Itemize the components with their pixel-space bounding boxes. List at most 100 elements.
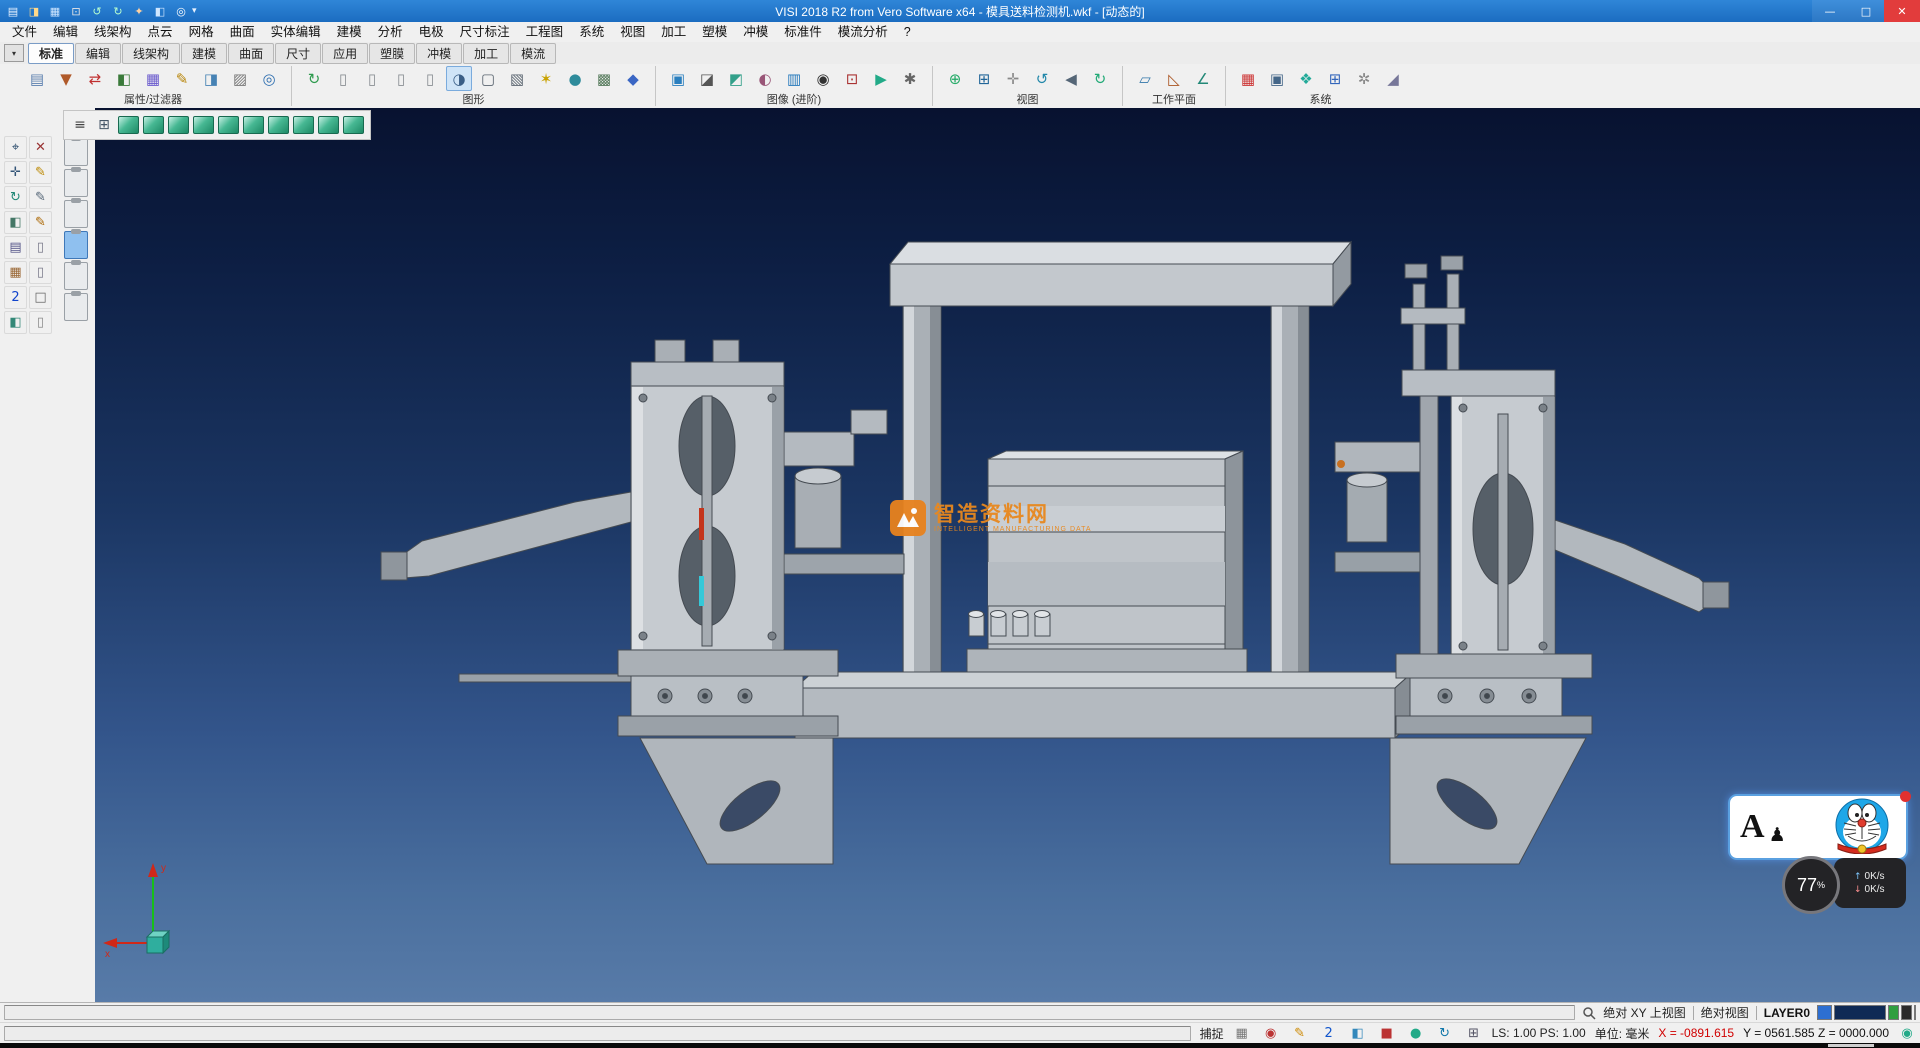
menu-item[interactable]: 线架构 (86, 22, 140, 42)
minimize-button[interactable]: — (1812, 0, 1848, 22)
cad-model[interactable] (95, 114, 1920, 1002)
ribbon-tab[interactable]: 加工 (463, 43, 509, 64)
menu-item[interactable]: 尺寸标注 (452, 22, 518, 42)
front-view-cube-icon[interactable] (143, 116, 164, 134)
menu-item[interactable]: ? (896, 22, 919, 42)
axonometric-1-cube-icon[interactable] (293, 116, 314, 134)
two-views-icon[interactable]: 2 (4, 286, 27, 309)
rotate-icon[interactable]: ↻ (4, 186, 27, 209)
plane-mode-icon[interactable]: ◧ (1349, 1024, 1367, 1042)
undo-icon[interactable]: ↺ (88, 3, 106, 19)
maximize-button[interactable]: □ (1848, 0, 1884, 22)
view-window-icon[interactable]: ⊞ (94, 115, 114, 135)
filter-slot-6-icon[interactable] (64, 293, 88, 321)
ribbon-tab[interactable]: 线架构 (122, 43, 180, 64)
ribbon-tab[interactable]: 标准 (28, 43, 74, 64)
redraw-icon[interactable]: ↻ (301, 66, 327, 91)
filter-slot-1-icon[interactable] (64, 138, 88, 166)
annotation-tool-icon[interactable]: ♟ (1769, 824, 1786, 846)
wireframe-view-icon[interactable]: ▢ (475, 66, 501, 91)
menu-item[interactable]: 视图 (612, 22, 653, 42)
background-color-swatch[interactable] (1834, 1005, 1886, 1020)
mask-icon[interactable]: ▨ (227, 66, 253, 91)
point-snap-icon[interactable]: ◉ (1262, 1024, 1280, 1042)
filter-icon[interactable]: ▼ (53, 66, 79, 91)
materials-icon[interactable]: ● (562, 66, 588, 91)
edit-pen-icon[interactable]: ✎ (29, 186, 52, 209)
menu-item[interactable]: 冲模 (735, 22, 776, 42)
rotate-view-icon[interactable]: ↺ (1029, 66, 1055, 91)
shadow-icon[interactable]: ◪ (694, 66, 720, 91)
palette-icon[interactable]: ▦ (4, 261, 27, 284)
grid-settings-icon[interactable]: ⊞ (1322, 66, 1348, 91)
color-select-icon[interactable]: ◧ (111, 66, 137, 91)
sketch-icon[interactable]: ✎ (29, 161, 52, 184)
move-icon[interactable]: ✛ (4, 161, 27, 184)
tab-caret-icon[interactable]: ▾ (4, 44, 24, 62)
texture-icon[interactable]: ▩ (591, 66, 617, 91)
menu-item[interactable]: 系统 (571, 22, 612, 42)
viewport-layout-2-icon[interactable]: ▯ (359, 66, 385, 91)
close-button[interactable]: ✕ (1884, 0, 1920, 22)
environment-icon[interactable]: ❖ (1293, 66, 1319, 91)
table-mode-icon[interactable]: ⊞ (1465, 1024, 1483, 1042)
help-quick-icon[interactable]: ◎ (172, 3, 190, 19)
percent-badge[interactable]: 77% (1782, 856, 1840, 914)
ribbon-tab[interactable]: 冲模 (416, 43, 462, 64)
menu-item[interactable]: 加工 (653, 22, 694, 42)
active-color-swatch[interactable] (1817, 1005, 1832, 1020)
workplane-align-icon[interactable]: ◺ (1161, 66, 1187, 91)
filter-slot-2-icon[interactable] (64, 169, 88, 197)
document-icon[interactable]: ▯ (29, 236, 52, 259)
ribbon-tab[interactable]: 塑膜 (369, 43, 415, 64)
menu-item[interactable]: 电极 (411, 22, 452, 42)
scene-icon[interactable]: ▥ (781, 66, 807, 91)
menu-item[interactable]: 分析 (370, 22, 411, 42)
extra-swatch-2[interactable] (1914, 1005, 1916, 1020)
ribbon-tab[interactable]: 建模 (181, 43, 227, 64)
axonometric-2-cube-icon[interactable] (318, 116, 339, 134)
erase-icon[interactable]: ✕ (29, 136, 52, 159)
menu-item[interactable]: 实体编辑 (263, 22, 329, 42)
snap-settings-icon[interactable]: ✲ (1351, 66, 1377, 91)
plane-snap-icon[interactable]: ◧ (4, 311, 27, 334)
layer-filter-icon[interactable]: ▦ (140, 66, 166, 91)
layer-color-swatch[interactable] (1888, 1005, 1899, 1020)
advanced-render-icon[interactable]: ▣ (665, 66, 691, 91)
network-speed-widget[interactable]: ↑0K/s ↓0K/s (1834, 858, 1906, 908)
reflection-icon[interactable]: ◩ (723, 66, 749, 91)
menu-item[interactable]: 文件 (4, 22, 45, 42)
properties-quick-icon[interactable]: ✦ (130, 3, 148, 19)
image-settings-icon[interactable]: ✱ (897, 66, 923, 91)
element-filter-icon[interactable]: ◨ (198, 66, 224, 91)
light-icon[interactable]: ✶ (533, 66, 559, 91)
ribbon-tab[interactable]: 尺寸 (275, 43, 321, 64)
viewport-layout-3-icon[interactable]: ▯ (388, 66, 414, 91)
previous-view-icon[interactable]: ◀ (1058, 66, 1084, 91)
command-prompt-field[interactable] (4, 1026, 1191, 1041)
right-view-cube-icon[interactable] (218, 116, 239, 134)
network-status-icon[interactable]: ◉ (1898, 1024, 1916, 1042)
shaded-view-icon[interactable]: ◑ (446, 66, 472, 91)
view-menu-icon[interactable]: ≡ (70, 115, 90, 135)
ribbon-tab[interactable]: 模流 (510, 43, 556, 64)
camera-icon[interactable]: ◉ (810, 66, 836, 91)
redo-icon[interactable]: ↻ (109, 3, 127, 19)
info-icon[interactable]: ◎ (256, 66, 282, 91)
render-quality-icon[interactable]: ◆ (620, 66, 646, 91)
swap-attributes-icon[interactable]: ⇄ (82, 66, 108, 91)
iso-view-cube-icon[interactable] (118, 116, 139, 134)
animation-icon[interactable]: ▶ (868, 66, 894, 91)
properties-icon[interactable]: ▤ (24, 66, 50, 91)
zoom-fit-icon[interactable]: ⊕ (942, 66, 968, 91)
solid-mode-icon[interactable]: ■ (1378, 1024, 1396, 1042)
modify-icon[interactable]: ✎ (29, 211, 52, 234)
mirror-icon[interactable]: ◧ (4, 211, 27, 234)
new-document-icon[interactable]: ▤ (4, 3, 22, 19)
menu-item[interactable]: 模流分析 (830, 22, 896, 42)
bottom-view-cube-icon[interactable] (268, 116, 289, 134)
print-icon[interactable]: ⊡ (67, 3, 85, 19)
view-quick-icon[interactable]: ◧ (151, 3, 169, 19)
quick-access-caret-icon[interactable]: ▾ (192, 6, 197, 16)
zoom-window-icon[interactable]: ⊞ (971, 66, 997, 91)
